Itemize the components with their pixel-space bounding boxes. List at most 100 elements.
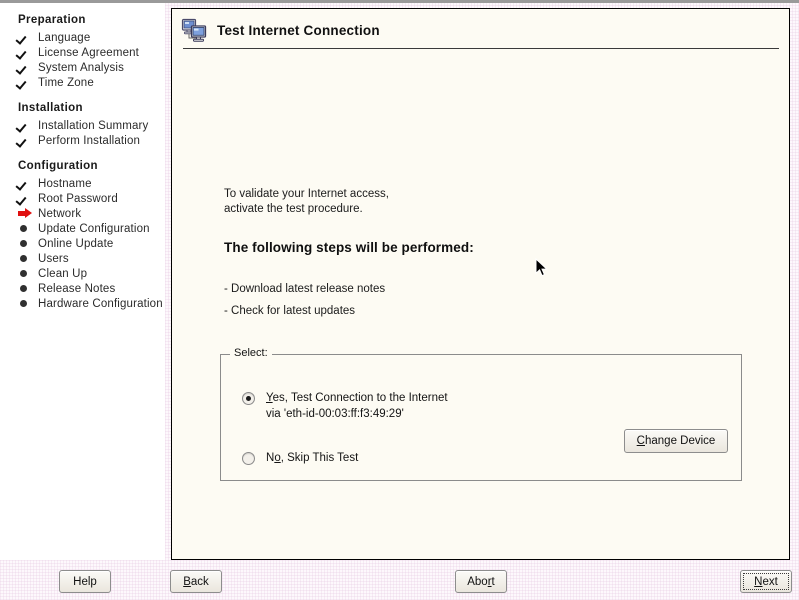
change-device-text: hange Device: [644, 435, 716, 447]
radio-option-no[interactable]: No, Skip This Test: [242, 451, 358, 466]
main-panel: Test Internet Connection To validate you…: [171, 8, 790, 560]
radio-option-yes[interactable]: Yes, Test Connection to the Internet via…: [242, 391, 448, 422]
intro-line-2: activate the test procedure.: [224, 203, 363, 215]
sidebar-item-label: Root Password: [38, 192, 118, 205]
sidebar-item-label: Clean Up: [38, 267, 88, 280]
checkmark-icon: [18, 135, 29, 146]
sidebar-section-heading: Installation: [18, 102, 83, 114]
change-device-accel: C: [636, 435, 645, 447]
sidebar-item-release-notes[interactable]: Release Notes: [0, 281, 165, 296]
radio-yes-indicator[interactable]: [242, 392, 255, 405]
help-button[interactable]: Help: [59, 570, 111, 593]
radio-yes-text: es, Test Connection to the Internet: [272, 392, 448, 404]
back-button[interactable]: Back: [170, 570, 222, 593]
sidebar-section-heading: Preparation: [18, 14, 86, 26]
sidebar-item-label: Release Notes: [38, 282, 116, 295]
sidebar-item-marker: [18, 77, 38, 88]
intro-text: To validate your Internet access, activa…: [224, 187, 389, 217]
radio-no-indicator[interactable]: [242, 452, 255, 465]
steps-heading: The following steps will be performed:: [224, 240, 474, 255]
sidebar-item-language[interactable]: Language: [0, 30, 165, 45]
sidebar-item-label: Installation Summary: [38, 119, 149, 132]
current-step-arrow-icon: [18, 208, 32, 219]
bullet-dot-icon: [20, 285, 27, 292]
help-text: Help: [73, 575, 97, 588]
next-focus-ring: [743, 573, 789, 590]
panel-header: Test Internet Connection: [172, 9, 789, 45]
abort-button[interactable]: Abort: [455, 570, 507, 593]
bullet-dot-icon: [20, 255, 27, 262]
bullet-dot-icon: [20, 240, 27, 247]
change-device-button[interactable]: Change Device: [624, 429, 728, 453]
sidebar-item-marker: [18, 32, 38, 43]
bullet-dot-icon: [20, 300, 27, 307]
sidebar-item-network[interactable]: Network: [0, 206, 165, 221]
sidebar-item-marker: [18, 47, 38, 58]
sidebar-item-label: Update Configuration: [38, 222, 150, 235]
sidebar-section-gap: [0, 148, 165, 157]
next-button[interactable]: Next: [740, 570, 792, 593]
sidebar-item-hardware-configuration[interactable]: Hardware Configuration: [0, 296, 165, 311]
sidebar-item-marker: [18, 178, 38, 189]
sidebar-item-root-password[interactable]: Root Password: [0, 191, 165, 206]
radio-yes-accel: Y: [266, 392, 273, 404]
page-title: Test Internet Connection: [217, 23, 380, 38]
sidebar-item-installation-summary[interactable]: Installation Summary: [0, 118, 165, 133]
sidebar-item-marker: [18, 193, 38, 204]
checkmark-icon: [18, 77, 29, 88]
change-device-label: Change Device: [637, 435, 716, 447]
sidebar-item-update-configuration[interactable]: Update Configuration: [0, 221, 165, 236]
bullet-dot-icon: [20, 270, 27, 277]
sidebar-item-label: Users: [38, 252, 69, 265]
sidebar-item-marker: [18, 240, 38, 247]
back-text: ack: [190, 575, 209, 588]
sidebar-item-marker: [18, 270, 38, 277]
sidebar-item-marker: [18, 225, 38, 232]
sidebar-item-marker: [18, 208, 38, 219]
back-accel: B: [183, 575, 191, 588]
installation-steps-sidebar: Preparation Language License Agreement Syst…: [0, 3, 165, 560]
step-item: - Check for latest updates: [224, 305, 356, 317]
step-item: - Download latest release notes: [224, 283, 386, 295]
sidebar-item-label: Network: [38, 207, 82, 220]
select-groupbox: Select: Yes, Test Connection to the Inte…: [220, 347, 742, 481]
checkmark-icon: [18, 62, 29, 73]
sidebar-item-label: License Agreement: [38, 46, 140, 59]
sidebar-item-clean-up[interactable]: Clean Up: [0, 266, 165, 281]
sidebar-item-hostname[interactable]: Hostname: [0, 176, 165, 191]
sidebar-item-users[interactable]: Users: [0, 251, 165, 266]
sidebar-item-time-zone[interactable]: Time Zone: [0, 75, 165, 90]
abort-button-label: Abort: [467, 576, 495, 588]
sidebar-section-heading: Configuration: [18, 160, 98, 172]
sidebar-item-perform-installation[interactable]: Perform Installation: [0, 133, 165, 148]
sidebar-section-gap: [0, 90, 165, 99]
sidebar-item-label: Hardware Configuration: [38, 297, 163, 310]
mouse-cursor: [535, 257, 549, 278]
checkmark-icon: [18, 193, 29, 204]
sidebar-item-online-update[interactable]: Online Update: [0, 236, 165, 251]
bullet-dot-icon: [20, 225, 27, 232]
radio-yes-sublabel: via 'eth-id-00:03:ff:f3:49:29': [266, 408, 404, 420]
panel-body: To validate your Internet access, activa…: [172, 49, 789, 549]
sidebar-item-label: Hostname: [38, 177, 92, 190]
installer-window: Preparation Language License Agreement Syst…: [0, 0, 799, 600]
sidebar-item-marker: [18, 120, 38, 131]
radio-yes-label: Yes, Test Connection to the Internet via…: [266, 391, 448, 422]
radio-no-label: No, Skip This Test: [266, 451, 358, 466]
sidebar-item-label: Time Zone: [38, 76, 94, 89]
sidebar-item-marker: [18, 300, 38, 307]
help-button-label: Help: [73, 576, 97, 588]
checkmark-icon: [18, 32, 29, 43]
checkmark-icon: [18, 47, 29, 58]
sidebar-item-label: Language: [38, 31, 91, 44]
radio-no-text: , Skip This Test: [280, 452, 359, 464]
sidebar-item-label: Online Update: [38, 237, 114, 250]
checkmark-icon: [18, 178, 29, 189]
abort-text: t: [491, 575, 495, 588]
sidebar-item-label: Perform Installation: [38, 134, 141, 147]
sidebar-item-system-analysis[interactable]: System Analysis: [0, 60, 165, 75]
sidebar-item-license-agreement[interactable]: License Agreement: [0, 45, 165, 60]
sidebar-item-marker: [18, 135, 38, 146]
back-button-label: Back: [183, 576, 209, 588]
abort-pre: Abo: [467, 575, 488, 588]
